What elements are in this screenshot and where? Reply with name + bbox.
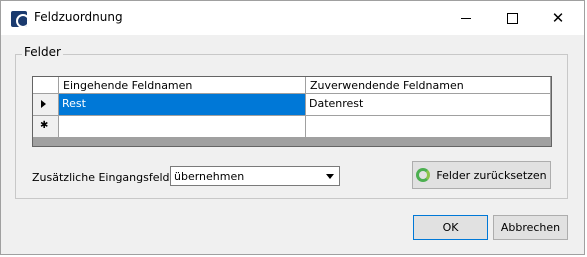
field-mapping-grid[interactable]: Eingehende Feldnamen Zuverwendende Feldn… (32, 76, 552, 147)
cancel-button[interactable]: Abbrechen (493, 215, 568, 240)
chevron-down-icon (326, 173, 334, 179)
reset-fields-button[interactable]: Felder zurücksetzen (412, 161, 551, 189)
new-cell-target[interactable] (306, 116, 551, 138)
app-icon (11, 11, 27, 27)
minimize-button[interactable] (443, 1, 489, 35)
new-row-star-icon: ✱ (40, 120, 49, 131)
extra-fields-select[interactable]: übernehmen (170, 166, 340, 186)
reset-fields-label: Felder zurücksetzen (436, 168, 547, 182)
new-cell-incoming[interactable] (59, 116, 306, 138)
close-button[interactable]: ✕ (535, 1, 581, 35)
column-header-incoming[interactable]: Eingehende Feldnamen (59, 77, 306, 94)
ok-button[interactable]: OK (413, 215, 488, 240)
group-label: Felder (22, 45, 63, 59)
new-row-header[interactable]: ✱ (33, 116, 59, 138)
cell-target[interactable]: Datenrest (306, 94, 551, 116)
refresh-icon (416, 168, 431, 182)
corner-header (33, 77, 59, 94)
cell-incoming[interactable]: Rest (59, 94, 306, 116)
close-icon: ✕ (551, 8, 565, 27)
title-bar[interactable]: Feldzuordnung ✕ (1, 1, 584, 35)
dropdown-button[interactable] (322, 168, 338, 184)
row-header[interactable] (33, 94, 59, 116)
extra-fields-value: übernehmen (174, 170, 245, 183)
window-title: Feldzuordnung (34, 10, 123, 24)
current-row-arrow-icon (41, 100, 46, 108)
minimize-icon (461, 17, 471, 19)
column-header-target[interactable]: Zuverwendende Feldnamen (306, 77, 551, 94)
extra-fields-label: Zusätzliche Eingangsfelder (32, 171, 181, 184)
maximize-button[interactable] (489, 1, 535, 35)
maximize-icon (506, 12, 518, 24)
